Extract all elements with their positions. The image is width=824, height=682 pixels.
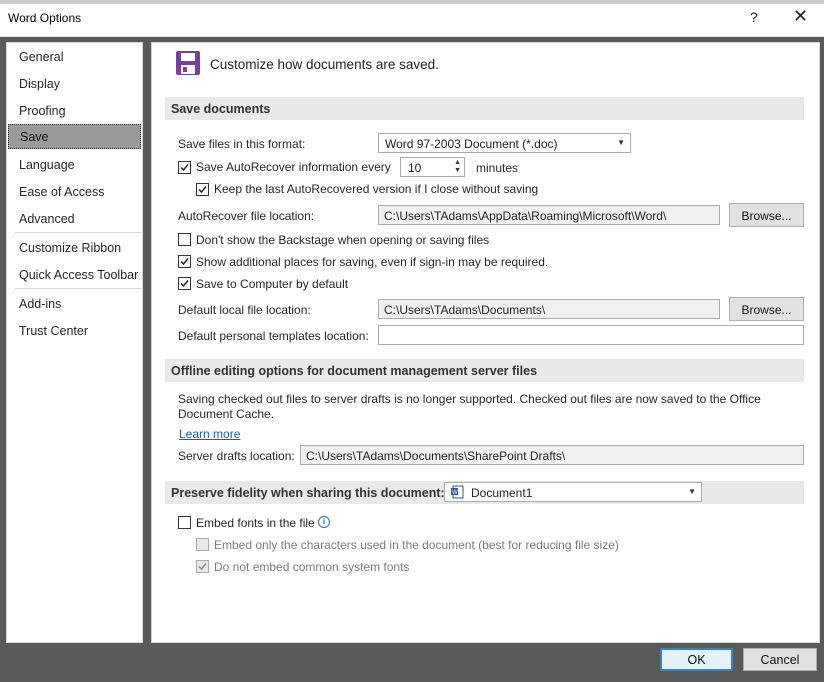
sidebar-item-general[interactable]: General [8,44,141,69]
templates-label: Default personal templates location: [178,329,369,343]
sidebar-item-ease-of-access[interactable]: Ease of Access [8,179,141,204]
sidebar-item-display[interactable]: Display [8,71,141,96]
keep-last-label: Keep the last AutoRecovered version if I… [214,182,539,196]
sidebar-item-advanced[interactable]: Advanced [8,206,141,231]
sidebar-item-add-ins[interactable]: Add-ins [8,291,141,316]
autorecover-location-field[interactable]: C:\Users\TAdams\AppData\Roaming\Microsof… [378,205,720,225]
cancel-button[interactable]: Cancel [743,648,817,671]
chevron-down-icon: ▼ [688,487,696,496]
autorecover-minutes-value: 10 [408,161,422,175]
sidebar-separator [15,288,142,289]
fidelity-document-select[interactable]: W Document1 ▼ [444,482,702,502]
section-offline-editing: Offline editing options for document man… [165,359,804,382]
sidebar-separator [15,232,142,233]
default-local-label: Default local file location: [178,303,311,317]
keep-last-checkbox[interactable] [196,183,209,196]
format-select-value: Word 97-2003 Document (*.doc) [385,137,558,151]
sidebar-nav: General Display Proofing Save Language E… [6,42,143,643]
embed-fonts-label: Embed fonts in the file [196,516,315,530]
autorecover-checkbox[interactable] [178,161,191,174]
offline-description: Saving checked out files to server draft… [178,392,761,421]
embed-fonts-checkbox[interactable] [178,516,191,529]
chevron-down-icon[interactable]: ▼ [454,167,461,174]
embed-chars-label: Embed only the characters used in the do… [214,538,619,552]
learn-more-link[interactable]: Learn more [179,427,240,441]
server-drafts-label: Server drafts location: [178,449,295,463]
info-icon: i [318,516,330,528]
chevron-down-icon: ▼ [617,138,625,147]
ok-button[interactable]: OK [660,648,733,671]
fidelity-section-title: Preserve fidelity when sharing this docu… [171,486,445,500]
options-content-panel: Customize how documents are saved. Save … [151,42,820,643]
format-label: Save files in this format: [178,137,306,151]
additional-places-label: Show additional places for saving, even … [196,255,549,269]
save-icon [176,51,200,75]
autorecover-label: Save AutoRecover information every [196,160,391,174]
additional-places-checkbox[interactable] [178,255,191,268]
sidebar-item-quick-access-toolbar[interactable]: Quick Access Toolbar [8,262,141,287]
help-icon[interactable]: ? [750,9,758,25]
sidebar-item-proofing[interactable]: Proofing [8,98,141,123]
svg-text:W: W [452,490,458,496]
section-save-documents: Save documents [165,97,804,120]
save-computer-label: Save to Computer by default [196,277,349,291]
default-local-field[interactable]: C:\Users\TAdams\Documents\ [378,299,720,319]
embed-chars-checkbox[interactable] [196,538,209,551]
title-bar-top-strip [0,0,824,4]
chevron-up-icon[interactable]: ▲ [454,159,461,166]
backstage-checkbox[interactable] [178,233,191,246]
fidelity-document-value: Document1 [471,486,533,500]
word-document-icon: W [451,485,464,499]
save-computer-checkbox[interactable] [178,277,191,290]
format-select[interactable]: Word 97-2003 Document (*.doc) ▼ [378,133,631,153]
no-system-fonts-label: Do not embed common system fonts [214,560,410,574]
browse-autorecover-button[interactable]: Browse... [729,203,804,227]
close-icon[interactable]: ✕ [793,6,808,27]
sidebar-item-save[interactable]: Save [8,124,141,149]
server-drafts-field[interactable]: C:\Users\TAdams\Documents\SharePoint Dra… [300,445,804,465]
browse-default-local-button[interactable]: Browse... [729,297,804,321]
templates-location-field[interactable] [378,325,804,345]
autorecover-location-label: AutoRecover file location: [178,209,315,223]
no-system-fonts-checkbox[interactable] [196,560,209,573]
backstage-label: Don't show the Backstage when opening or… [196,233,490,247]
sidebar-item-language[interactable]: Language [8,152,141,177]
autorecover-minutes-stepper[interactable]: 10 ▲ ▼ [400,157,465,177]
sidebar-item-customize-ribbon[interactable]: Customize Ribbon [8,235,141,260]
window-title: Word Options [8,11,82,25]
page-heading: Customize how documents are saved. [210,57,439,72]
minutes-label: minutes [476,161,519,175]
title-bar: Word Options ? ✕ [0,0,824,37]
sidebar-item-trust-center[interactable]: Trust Center [8,318,141,343]
